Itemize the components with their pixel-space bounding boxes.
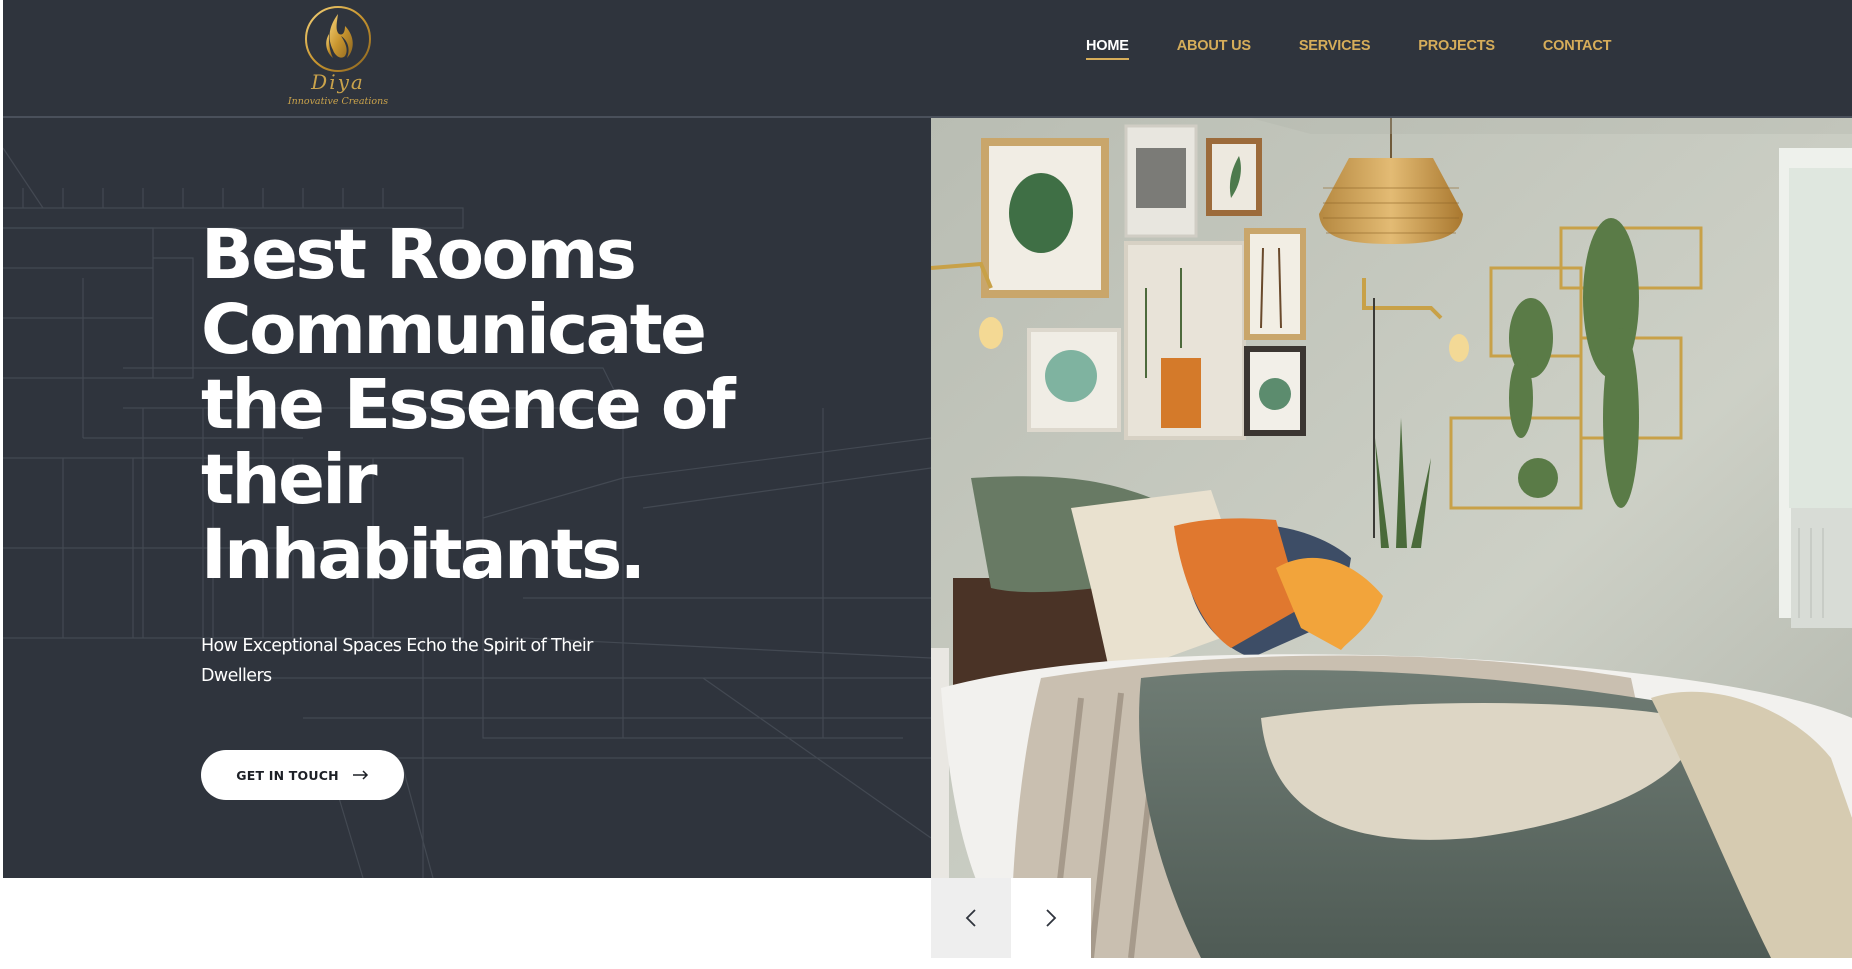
nav-item-services[interactable]: SERVICES	[1299, 38, 1371, 60]
slider-prev-button[interactable]	[931, 878, 1011, 958]
hero-bedroom-image	[931, 118, 1852, 958]
main-nav: HOME ABOUT US SERVICES PROJECTS CONTACT	[1086, 38, 1611, 60]
nav-item-home[interactable]: HOME	[1086, 38, 1129, 60]
get-in-touch-button[interactable]: GET IN TOUCH	[201, 750, 404, 800]
brand-name: Diya	[311, 70, 365, 94]
brand-logo[interactable]: Diya Innovative Creations	[283, 4, 393, 112]
arrow-right-icon	[352, 770, 368, 780]
brand-tagline: Innovative Creations	[287, 96, 389, 107]
chevron-left-icon	[965, 909, 976, 927]
landing-page: Diya Innovative Creations HOME ABOUT US …	[0, 0, 1852, 969]
nav-item-about-us[interactable]: ABOUT US	[1177, 38, 1251, 60]
nav-item-contact[interactable]: CONTACT	[1543, 38, 1612, 60]
slider-next-button[interactable]	[1011, 878, 1091, 958]
chevron-right-icon	[1046, 909, 1057, 927]
site-header: Diya Innovative Creations HOME ABOUT US …	[3, 0, 1852, 118]
hero-title: Best Rooms Communicate the Essence of th…	[201, 215, 736, 595]
flame-emblem-icon	[305, 6, 371, 72]
hero-text-panel: Best Rooms Communicate the Essence of th…	[3, 118, 931, 878]
nav-item-projects[interactable]: PROJECTS	[1418, 38, 1495, 60]
hero-subtitle: How Exceptional Spaces Echo the Spirit o…	[201, 636, 593, 686]
get-in-touch-label: GET IN TOUCH	[236, 767, 339, 783]
